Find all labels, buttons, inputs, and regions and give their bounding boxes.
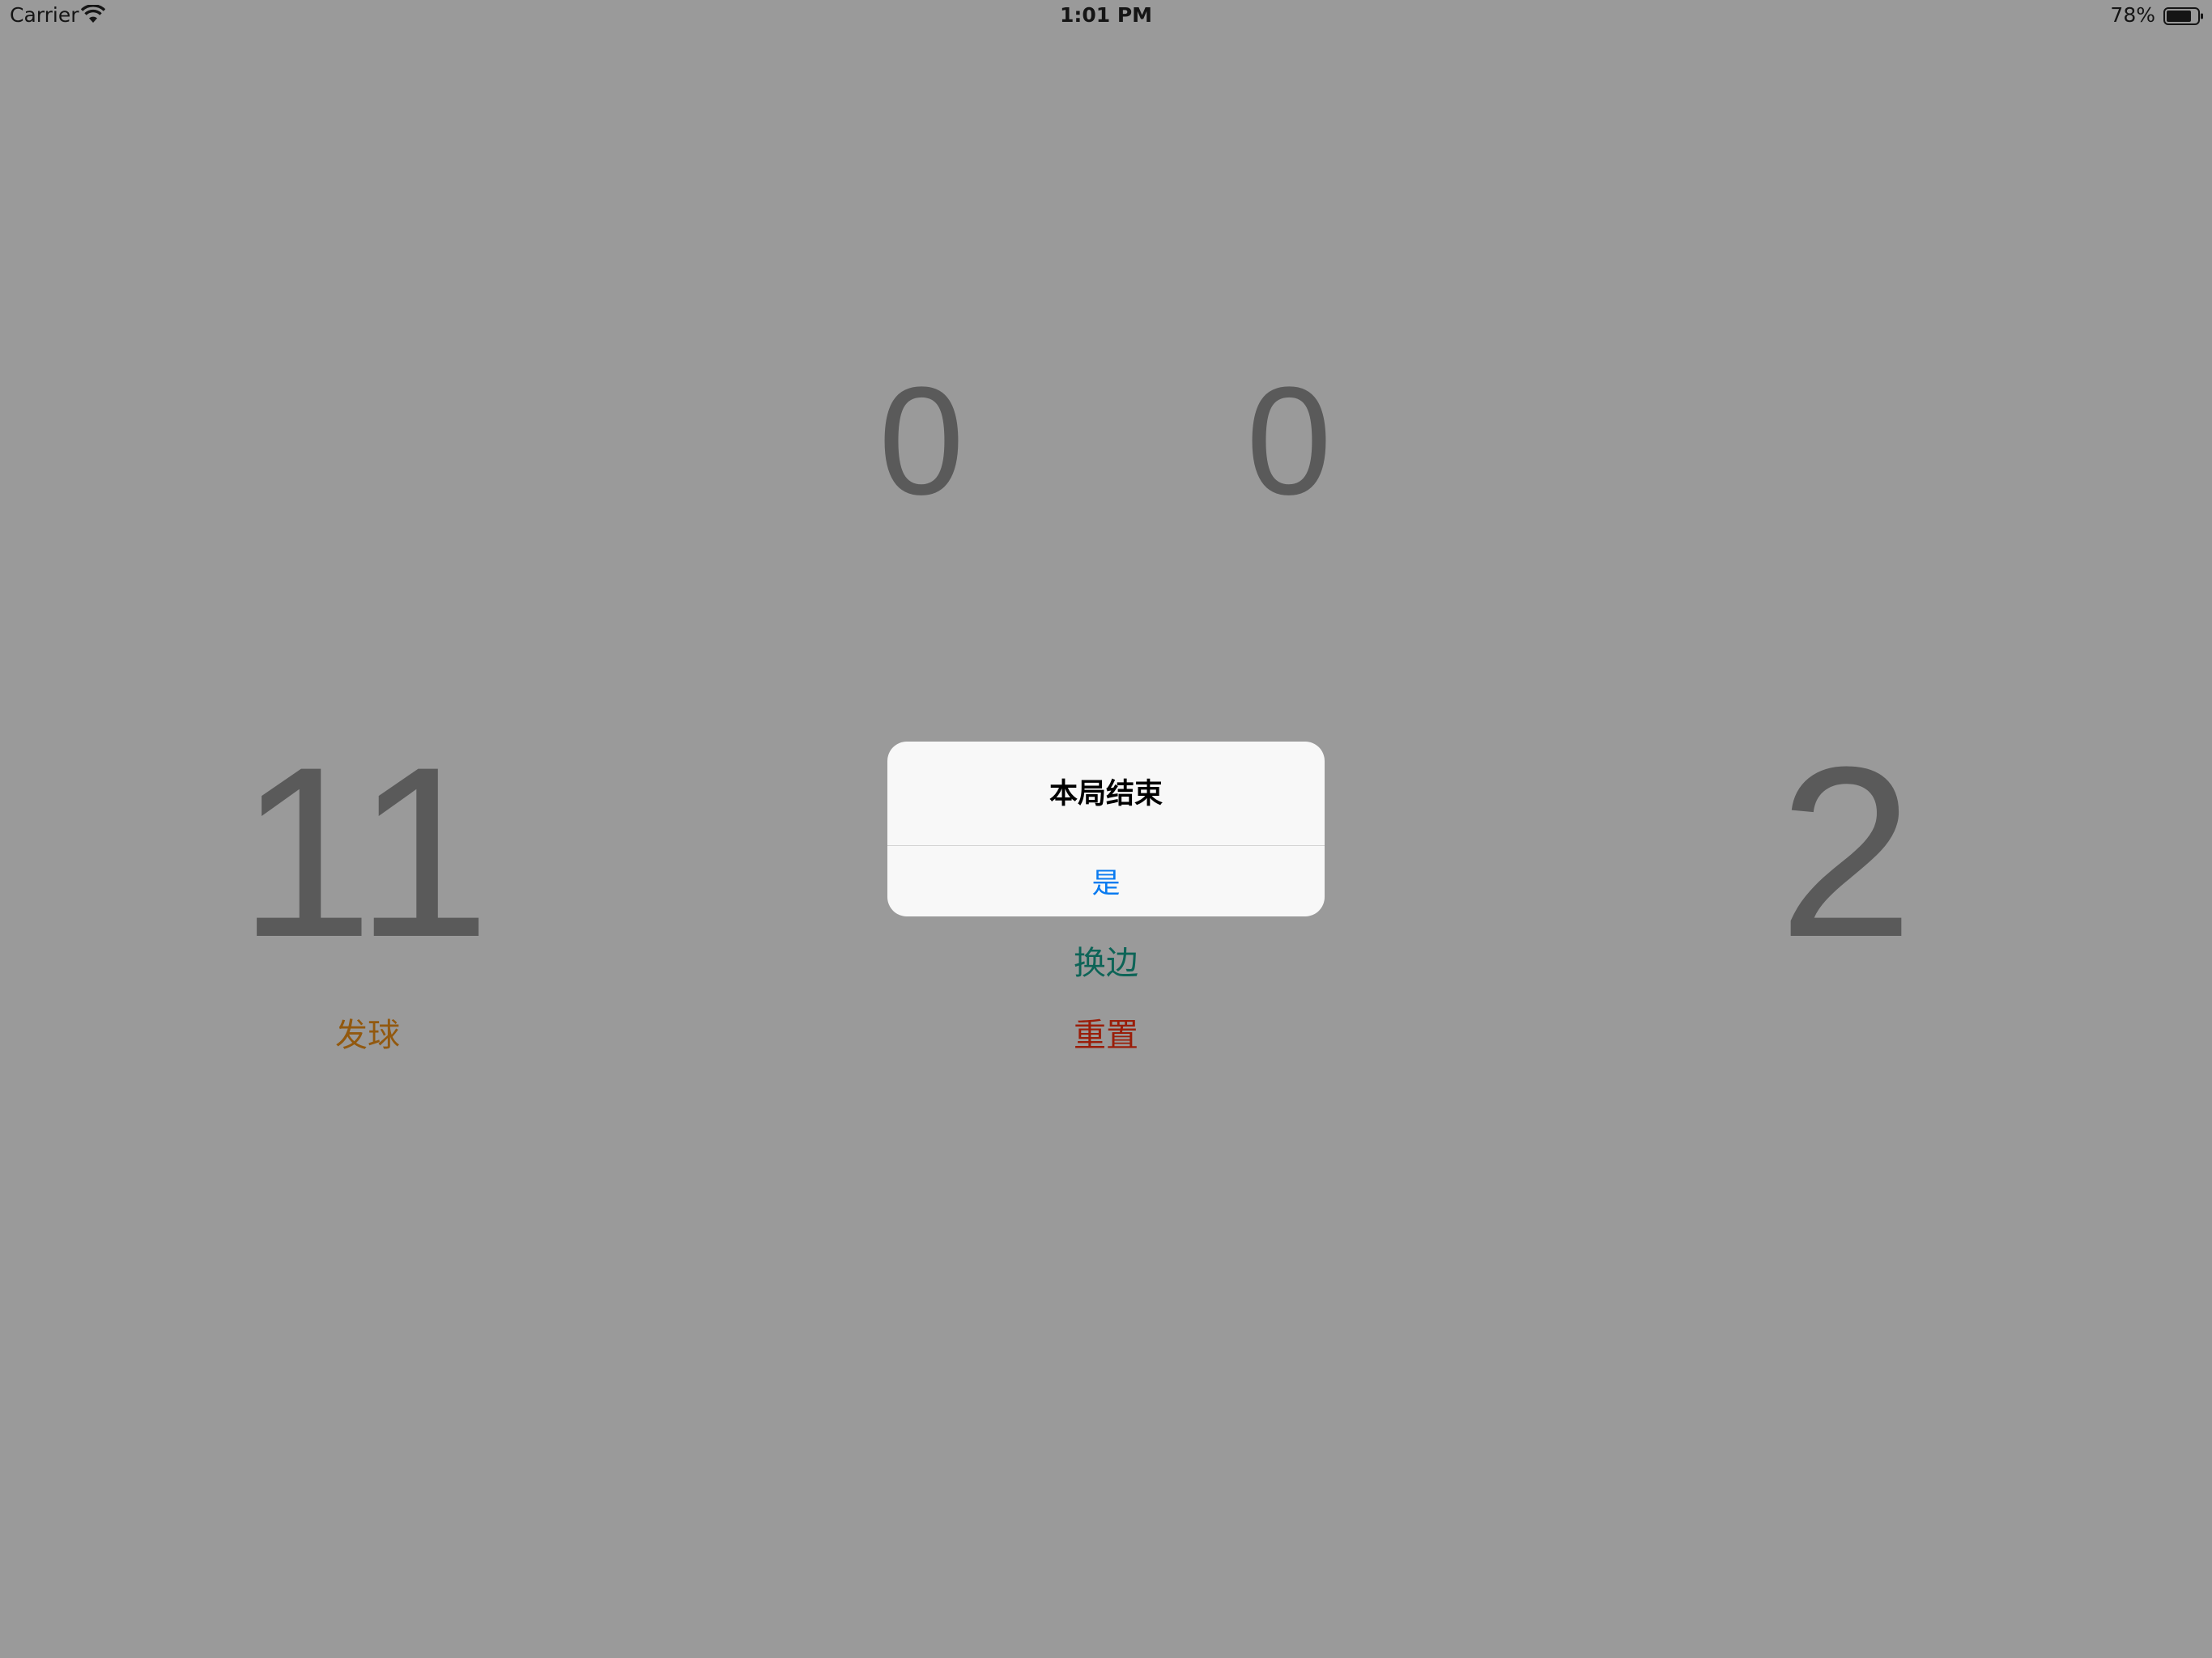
battery-percentage: 78%: [2110, 3, 2155, 27]
swap-sides-button[interactable]: 换边: [985, 937, 1227, 984]
serve-button[interactable]: 发球: [246, 1009, 489, 1056]
reset-button[interactable]: 重置: [985, 1009, 1227, 1056]
alert-title: 本局结束: [1049, 778, 1163, 810]
alert-confirm-button[interactable]: 是: [887, 846, 1325, 916]
wifi-icon: [80, 4, 106, 24]
battery-icon: [2163, 6, 2204, 26]
status-bar: Carrier 1:01 PM 78%: [0, 0, 2212, 32]
points-score-left[interactable]: 11: [186, 730, 542, 973]
sets-score-left[interactable]: 0: [840, 364, 1002, 518]
carrier-label: Carrier: [10, 3, 79, 27]
points-score-right[interactable]: 2: [1668, 730, 2024, 973]
sets-score-right[interactable]: 0: [1208, 364, 1370, 518]
status-time: 1:01 PM: [1059, 3, 1153, 27]
game-over-alert: 本局结束 是: [887, 742, 1325, 916]
